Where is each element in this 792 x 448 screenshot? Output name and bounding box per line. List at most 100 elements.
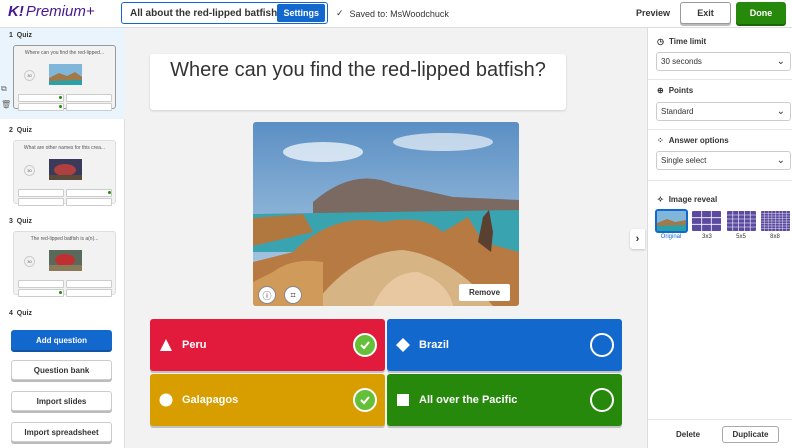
thumb-answer (66, 94, 112, 102)
settings-panel: ◷ Time limit 30 seconds ⌄ ⊕ Points Stand… (647, 28, 792, 448)
answer-text[interactable]: Brazil (419, 339, 449, 351)
saved-text: Saved to: MsWoodchuck (349, 8, 449, 19)
thumb-image (49, 250, 82, 271)
duplicate-button[interactable]: Duplicate (722, 426, 779, 443)
chevron-down-icon: ⌄ (776, 56, 785, 67)
correct-toggle[interactable] (590, 388, 614, 412)
slide-number: 1 Quiz (9, 32, 32, 39)
remove-image-button[interactable]: Remove (459, 284, 510, 301)
triangle-icon (160, 339, 172, 351)
answer-options-heading: ⁘ Answer options (657, 136, 729, 145)
question-bank-button[interactable]: Question bank (11, 360, 112, 380)
reveal-label-original: Original (660, 234, 682, 240)
clock-icon: ◷ (657, 37, 664, 46)
divider (648, 129, 792, 130)
check-icon: ✓ (336, 8, 344, 18)
import-slides-button[interactable]: Import slides (11, 391, 112, 411)
correct-dot (108, 191, 111, 194)
time-limit-select[interactable]: 30 seconds ⌄ (656, 52, 791, 71)
save-status: ✓ Saved to: MsWoodchuck (336, 8, 449, 19)
import-spreadsheet-button[interactable]: Import spreadsheet (11, 422, 112, 442)
answer-option-1[interactable]: Peru (150, 319, 385, 371)
preview-button[interactable]: Preview (636, 8, 670, 18)
slide-sidebar: 1 Quiz Where can you find the red-lipped… (0, 28, 125, 448)
reveal-label-8x8: 8x8 (770, 234, 780, 240)
correct-toggle[interactable] (353, 388, 377, 412)
answer-options-select[interactable]: Single select ⌄ (656, 151, 791, 170)
quiz-title-field[interactable]: All about the red-lipped batfish Setting… (121, 2, 328, 24)
chevron-down-icon: ⌄ (776, 155, 785, 166)
slide-number: 3 Quiz (9, 218, 32, 225)
thumb-answer (18, 289, 64, 297)
thumb-answer (18, 280, 64, 288)
thumb-answer (66, 280, 112, 288)
thumb-image (49, 64, 82, 85)
slide-number: 4 Quiz (9, 310, 32, 317)
answer-text[interactable]: All over the Pacific (419, 394, 517, 406)
slide-item[interactable]: 3 Quiz The red-lipped batfish is a(n)...… (0, 214, 125, 304)
slide-item[interactable]: 4 Quiz (0, 306, 125, 326)
thumb-question: Where can you find the red-lipped... (24, 50, 105, 56)
thumb-timer: 30 (24, 165, 35, 176)
checkmark-icon (360, 396, 370, 405)
slide-thumbnail[interactable]: Where can you find the red-lipped... 30 (13, 45, 116, 111)
thumb-answer (18, 94, 64, 102)
slide-item[interactable]: 1 Quiz Where can you find the red-lipped… (0, 28, 125, 119)
reveal-original-option[interactable] (655, 209, 688, 233)
chevron-down-icon: ⌄ (776, 106, 785, 117)
answer-option-4[interactable]: All over the Pacific (387, 374, 622, 426)
done-button[interactable]: Done (736, 2, 786, 24)
thumb-answer (66, 103, 112, 111)
answer-option-2[interactable]: Brazil (387, 319, 622, 371)
points-heading: ⊕ Points (657, 86, 694, 95)
thumb-timer: 30 (24, 256, 35, 267)
thumb-answer (18, 189, 64, 197)
delete-slide-icon[interactable]: 🗑 (1, 100, 11, 109)
thumb-question: The red-lipped batfish is a(n)... (30, 236, 99, 242)
diamond-icon (396, 338, 410, 352)
points-select[interactable]: Standard ⌄ (656, 102, 791, 121)
crop-icon[interactable]: ⌗ (284, 286, 302, 304)
thumb-image (49, 159, 82, 180)
divider (648, 180, 792, 181)
thumb-answer (18, 198, 64, 206)
correct-toggle[interactable] (353, 333, 377, 357)
delete-button[interactable]: Delete (676, 430, 700, 439)
slide-thumbnail[interactable]: The red-lipped batfish is a(n)... 30 (13, 231, 116, 297)
correct-toggle[interactable] (590, 333, 614, 357)
info-icon[interactable]: ⓘ (258, 286, 276, 304)
question-image (253, 122, 519, 306)
duplicate-slide-icon[interactable]: ⧉ (1, 84, 7, 94)
divider (648, 419, 792, 420)
slide-thumbnail[interactable]: What are other names for this crea... 30 (13, 140, 116, 206)
thumb-question: What are other names for this crea... (23, 145, 106, 151)
add-question-button[interactable]: Add question (11, 330, 112, 350)
quiz-title[interactable]: All about the red-lipped batfish (122, 8, 277, 19)
reveal-3x3-option[interactable] (692, 211, 721, 231)
time-limit-heading: ◷ Time limit (657, 37, 707, 46)
reveal-label-5x5: 5x5 (736, 234, 746, 240)
slide-item[interactable]: 2 Quiz What are other names for this cre… (0, 123, 125, 211)
image-reveal-icon: ✧ (657, 195, 664, 204)
collapse-panel-chevron-icon[interactable]: › (630, 229, 645, 249)
landscape-image (253, 122, 519, 306)
image-reveal-heading: ✧ Image reveal (657, 195, 718, 204)
reveal-8x8-option[interactable] (761, 211, 790, 231)
checkmark-icon (360, 341, 370, 350)
brand-label: Premium+ (25, 3, 95, 20)
thumb-answer (66, 289, 112, 297)
slide-number: 2 Quiz (9, 127, 32, 134)
thumb-timer: 30 (24, 70, 35, 81)
exit-button[interactable]: Exit (680, 2, 731, 24)
reveal-5x5-option[interactable] (727, 211, 756, 231)
correct-dot (59, 96, 62, 99)
answer-text[interactable]: Galapagos (182, 394, 238, 406)
kahoot-logo[interactable]: K! Premium+ (8, 3, 95, 20)
thumb-answer (18, 103, 64, 111)
top-bar: K! Premium+ All about the red-lipped bat… (0, 0, 792, 28)
correct-dot (59, 105, 62, 108)
answer-text[interactable]: Peru (182, 339, 206, 351)
question-input[interactable]: Where can you find the red-lipped batfis… (150, 54, 566, 110)
answer-option-3[interactable]: Galapagos (150, 374, 385, 426)
settings-button[interactable]: Settings (277, 4, 325, 22)
